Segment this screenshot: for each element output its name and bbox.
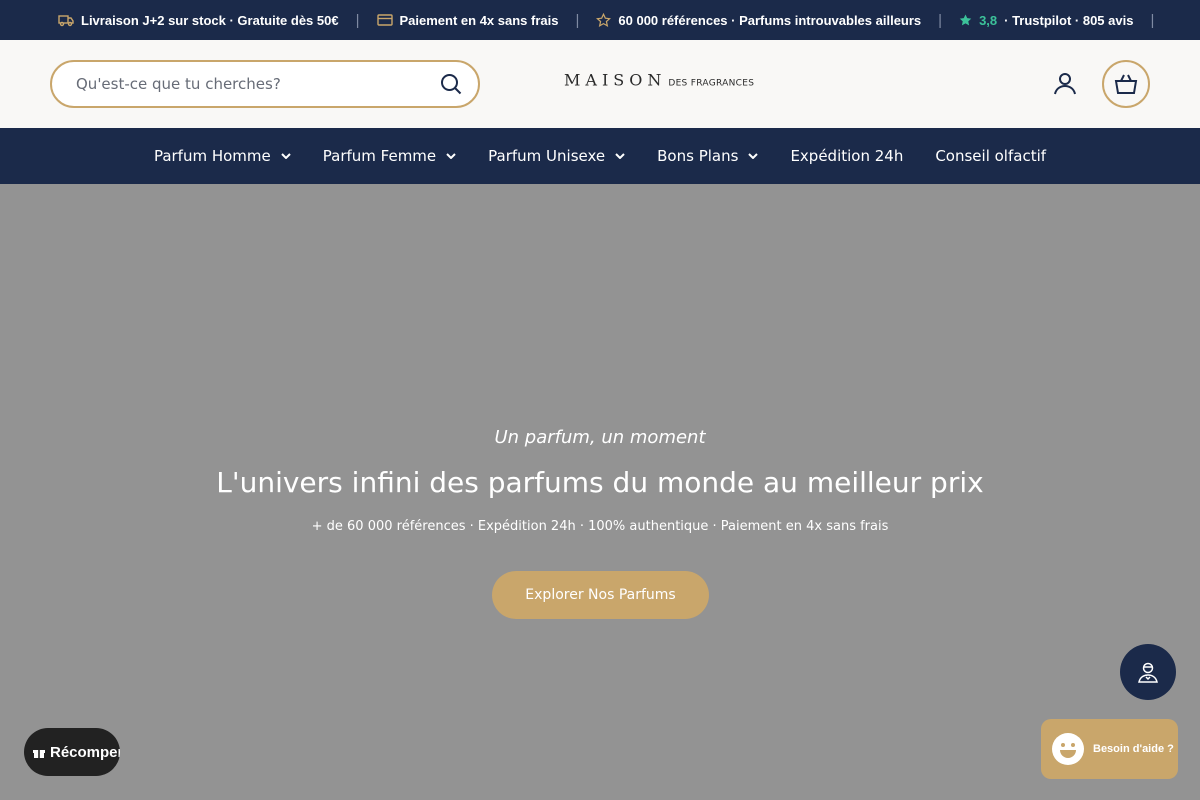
chevron-down-icon: [748, 153, 759, 159]
main-nav: Parfum Homme Parfum Femme Parfum Unisexe…: [0, 128, 1200, 184]
nav-item-expedition-24h[interactable]: Expédition 24h: [790, 147, 903, 165]
site-header: MAISON DES FRAGRANCES: [0, 40, 1200, 128]
chevron-down-icon: [281, 153, 291, 159]
announcement-separator: |: [1150, 11, 1155, 29]
nav-label: Bons Plans: [657, 147, 739, 165]
explore-perfumes-button[interactable]: Explorer Nos Parfums: [492, 571, 709, 619]
search-bar[interactable]: [50, 60, 480, 108]
hero-headline: L'univers infini des parfums du monde au…: [216, 466, 984, 499]
announcement-payment: Paiement en 4x sans frais: [376, 12, 559, 28]
rewards-button[interactable]: Récompenses: [24, 728, 120, 776]
nav-label: Conseil olfactif: [935, 147, 1047, 165]
truck-icon: [58, 15, 74, 27]
announcement-shipping-text: Livraison J+2 sur stock · Gratuite dès 5…: [81, 12, 339, 28]
search-icon[interactable]: [440, 73, 462, 95]
nav-label: Parfum Unisexe: [488, 147, 606, 165]
nav-item-parfum-femme[interactable]: Parfum Femme: [323, 147, 456, 165]
announcement-separator: |: [575, 11, 580, 29]
announcement-references: 60 000 références · Parfums introuvables…: [596, 13, 921, 28]
cart-button[interactable]: [1102, 60, 1150, 108]
nav-item-bons-plans[interactable]: Bons Plans: [657, 147, 759, 165]
help-chat-label: Besoin d'aide ?: [1093, 743, 1174, 755]
hero-banner: Un parfum, un moment L'univers infini de…: [0, 184, 1200, 800]
hero-tagline: Un parfum, un moment: [494, 427, 706, 448]
trustpilot-rating: 3,8: [979, 12, 998, 28]
hero-subline: + de 60 000 références · Expédition 24h …: [311, 519, 889, 534]
basket-icon: [1114, 74, 1138, 94]
announcement-references-text: 60 000 références · Parfums introuvables…: [618, 12, 922, 28]
logo-sub: DES FRAGRANCES: [668, 78, 755, 89]
trustpilot-star-icon: [959, 14, 972, 26]
nav-label: Parfum Femme: [322, 147, 437, 165]
announcement-separator: |: [355, 11, 360, 29]
announcement-bar: Livraison J+2 sur stock · Gratuite dès 5…: [0, 0, 1200, 40]
credit-card-icon: [376, 14, 393, 26]
advisor-icon: [1138, 662, 1158, 683]
smiley-icon: [1052, 733, 1084, 765]
user-icon[interactable]: [1053, 71, 1077, 95]
chevron-down-icon: [615, 153, 625, 159]
nav-item-parfum-homme[interactable]: Parfum Homme: [154, 147, 291, 165]
nav-item-parfum-unisexe[interactable]: Parfum Unisexe: [488, 147, 625, 165]
nav-item-conseil-olfactif[interactable]: Conseil olfactif: [935, 147, 1046, 165]
site-logo[interactable]: MAISON DES FRAGRANCES: [564, 71, 754, 90]
advisor-button[interactable]: [1120, 644, 1176, 700]
nav-label: Parfum Homme: [153, 147, 271, 165]
announcement-payment-text: Paiement en 4x sans frais: [399, 12, 559, 28]
help-chat-button[interactable]: Besoin d'aide ?: [1041, 719, 1178, 779]
chevron-down-icon: [446, 153, 456, 159]
announcement-separator: |: [938, 11, 943, 29]
star-outline-icon: [596, 13, 612, 27]
announcement-shipping: Livraison J+2 sur stock · Gratuite dès 5…: [58, 13, 339, 28]
announcement-trustpilot[interactable]: 3,8 · Trustpilot · 805 avis: [959, 13, 1133, 28]
search-input[interactable]: [76, 75, 416, 93]
logo-main: MAISON: [564, 70, 667, 90]
gift-icon: [33, 750, 45, 758]
rewards-label: Récompenses: [50, 743, 120, 761]
nav-label: Expédition 24h: [790, 147, 904, 165]
trustpilot-text: · Trustpilot · 805 avis: [1004, 12, 1134, 28]
